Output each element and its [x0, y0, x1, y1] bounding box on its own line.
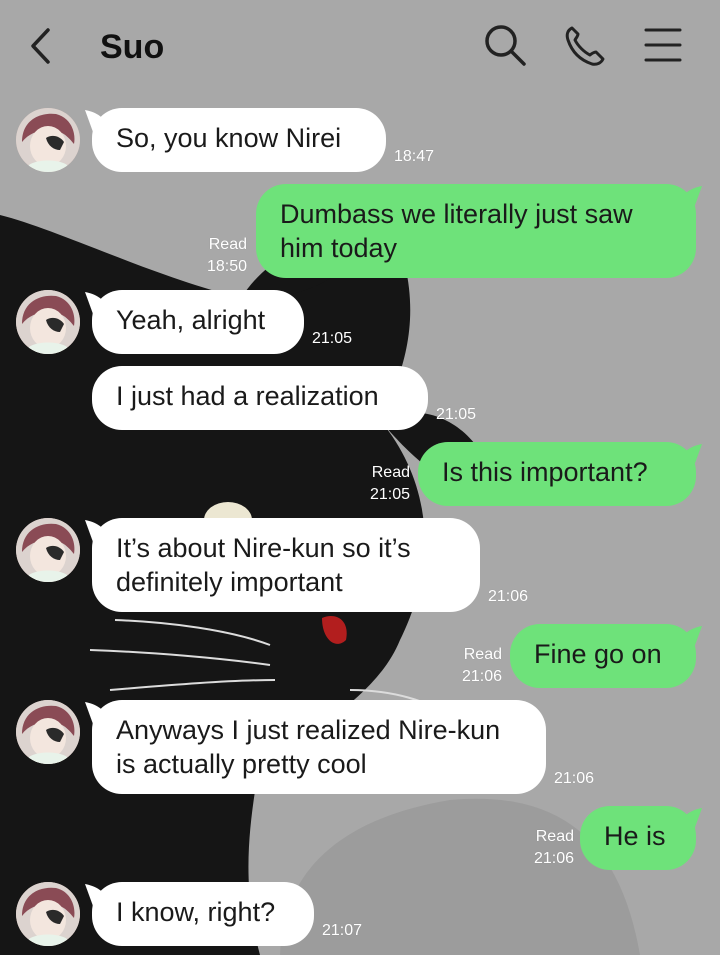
message-text: I know, right?	[116, 897, 276, 927]
read-status: Read	[463, 646, 502, 663]
phone-icon	[565, 26, 605, 66]
call-button[interactable]	[562, 22, 608, 68]
read-receipt: Read 21:05	[350, 462, 410, 506]
message-bubble-outgoing[interactable]: Fine go on	[510, 624, 696, 688]
message-text: Yeah, alright	[116, 305, 266, 335]
avatar-image	[16, 290, 80, 354]
message-text: So, you know Nirei	[116, 123, 342, 153]
message-text: Anyways I just realized Nire-kun is actu…	[116, 715, 501, 779]
avatar-image	[16, 882, 80, 946]
message-bubble-incoming[interactable]: I know, right?	[92, 882, 314, 946]
message-time: 21:07	[322, 922, 363, 939]
message-bubble-incoming[interactable]: Anyways I just realized Nire-kun is actu…	[92, 700, 546, 794]
read-status: Read	[371, 464, 410, 481]
message-text: I just had a realization	[116, 381, 379, 411]
message-bubble-incoming[interactable]: So, you know Nirei	[92, 108, 386, 172]
search-button[interactable]	[482, 22, 528, 68]
message-text: He is	[604, 821, 666, 851]
message-bubble-incoming[interactable]: It’s about Nire-kun so it’s definitely i…	[92, 518, 480, 612]
chevron-left-icon	[31, 28, 50, 64]
avatar[interactable]	[16, 290, 80, 354]
avatar-image	[16, 700, 80, 764]
message-time: 18:50	[206, 258, 247, 275]
message-bubble-outgoing[interactable]: Is this important?	[418, 442, 696, 506]
avatar[interactable]	[16, 882, 80, 946]
message-time: 21:06	[488, 588, 529, 605]
message-time: 21:06	[554, 770, 595, 787]
message-bubble-outgoing[interactable]: He is	[580, 806, 696, 870]
read-receipt: Read 18:50	[187, 234, 247, 278]
read-receipt: Read 21:06	[442, 644, 502, 688]
avatar[interactable]	[16, 700, 80, 764]
message-bubble-incoming[interactable]: Yeah, alright	[92, 290, 304, 354]
avatar-image	[16, 108, 80, 172]
avatar[interactable]	[16, 518, 80, 582]
menu-button[interactable]	[640, 22, 686, 68]
menu-icon	[644, 28, 682, 62]
message-time: 21:05	[312, 330, 353, 347]
search-icon	[485, 25, 526, 66]
message-bubble-incoming[interactable]: I just had a realization	[92, 366, 428, 430]
message-time: 21:06	[533, 850, 574, 867]
avatar[interactable]	[16, 108, 80, 172]
message-text: Fine go on	[534, 639, 662, 669]
read-receipt: Read 21:06	[514, 826, 574, 870]
message-bubble-outgoing[interactable]: Dumbass we literally just saw him today	[256, 184, 696, 278]
back-button[interactable]	[22, 24, 62, 68]
avatar-image	[16, 518, 80, 582]
read-status: Read	[208, 236, 247, 253]
message-text: Dumbass we literally just saw him today	[280, 199, 633, 263]
chat-title: Suo	[100, 28, 165, 66]
read-status: Read	[535, 828, 574, 845]
message-time: 21:06	[461, 668, 502, 685]
message-time: 18:47	[394, 148, 435, 165]
chat-header: Suo	[0, 0, 720, 95]
message-text: Is this important?	[442, 457, 648, 487]
message-time: 21:05	[436, 406, 477, 423]
message-text: It’s about Nire-kun so it’s definitely i…	[116, 533, 411, 597]
message-time: 21:05	[369, 486, 410, 503]
